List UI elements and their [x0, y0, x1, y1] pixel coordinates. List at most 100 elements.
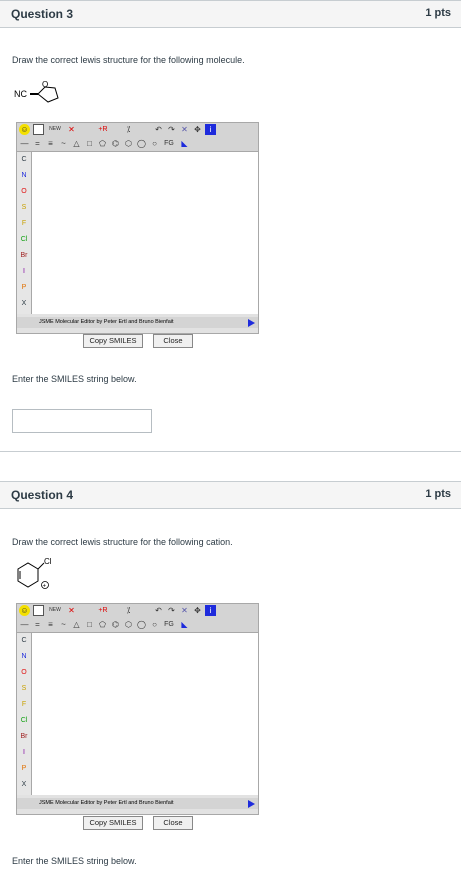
element-p[interactable]: P — [17, 282, 31, 293]
molecule-image: Cl + — [17, 557, 52, 590]
editor-toolbar-bottom: — = ≡ ~ △ □ ⬠ ⌬ ⬡ ◯ ○ FG ◣ — [17, 137, 258, 152]
cyclopentane-icon[interactable]: ⬠ — [97, 619, 108, 630]
copy-smiles-button[interactable]: Copy SMILES — [83, 334, 143, 348]
move-icon[interactable]: ✥ — [192, 605, 203, 616]
element-o[interactable]: O — [17, 186, 31, 197]
divider — [0, 451, 461, 452]
new-icon[interactable] — [33, 605, 44, 616]
chain-icon[interactable]: ~ — [58, 138, 69, 149]
element-br[interactable]: Br — [17, 250, 31, 261]
question-title: Question 4 — [11, 488, 74, 502]
single-bond-icon[interactable]: — — [19, 619, 30, 630]
clear-icon[interactable]: ✕ — [179, 605, 190, 616]
element-p[interactable]: P — [17, 763, 31, 774]
element-br[interactable]: Br — [17, 731, 31, 742]
double-bond-icon[interactable]: = — [32, 138, 43, 149]
triple-bond-icon[interactable]: ≡ — [45, 138, 56, 149]
play-icon[interactable] — [248, 319, 255, 327]
cyclohexane-icon[interactable]: ⬡ — [123, 138, 134, 149]
info-icon[interactable]: i — [205, 605, 216, 616]
question-title: Question 3 — [11, 7, 74, 21]
element-cl[interactable]: Cl — [17, 234, 31, 245]
delete-icon[interactable]: ✕ — [66, 124, 77, 135]
bond-cut-icon[interactable]: ⁒ — [123, 605, 134, 616]
undo-icon[interactable]: ↶ — [153, 124, 164, 135]
play-icon[interactable] — [248, 800, 255, 808]
element-i[interactable]: I — [17, 747, 31, 758]
element-f[interactable]: F — [17, 699, 31, 710]
copy-smiles-button[interactable]: Copy SMILES — [83, 816, 143, 830]
editor-toolbar-top: ☺ NEW ✕ +R ⁒ ↶ ↷ ✕ ✥ i — [17, 604, 258, 618]
drawing-canvas[interactable] — [32, 633, 258, 795]
template-icon[interactable]: ◣ — [179, 619, 190, 630]
cycloheptane-icon[interactable]: ◯ — [136, 138, 147, 149]
element-n[interactable]: N — [17, 651, 31, 662]
editor-toolbar-bottom: — = ≡ ~ △ □ ⬠ ⌬ ⬡ ◯ ○ FG ◣ — [17, 618, 258, 633]
clear-icon[interactable]: ✕ — [179, 124, 190, 135]
undo-icon[interactable]: ↶ — [153, 605, 164, 616]
new-button[interactable]: NEW — [46, 605, 64, 616]
cyclopropane-icon[interactable]: △ — [71, 619, 82, 630]
cyclobutane-icon[interactable]: □ — [84, 619, 95, 630]
r-group-button[interactable]: +R — [96, 124, 110, 135]
element-x[interactable]: X — [17, 298, 31, 309]
double-bond-icon[interactable]: = — [32, 619, 43, 630]
cyclopropane-icon[interactable]: △ — [71, 138, 82, 149]
question-prompt: Draw the correct lewis structure for the… — [12, 55, 245, 65]
close-button[interactable]: Close — [153, 334, 193, 348]
question-points: 1 pts — [425, 488, 451, 500]
cyclooctane-icon[interactable]: ○ — [149, 138, 160, 149]
redo-icon[interactable]: ↷ — [166, 124, 177, 135]
element-x[interactable]: X — [17, 779, 31, 790]
status-text: JSME Molecular Editor by Peter Ertl and … — [39, 800, 174, 806]
fg-button[interactable]: FG — [162, 619, 176, 630]
smiley-icon[interactable]: ☺ — [19, 124, 30, 135]
benzene-icon[interactable]: ⌬ — [110, 619, 121, 630]
element-o[interactable]: O — [17, 667, 31, 678]
element-f[interactable]: F — [17, 218, 31, 229]
triple-bond-icon[interactable]: ≡ — [45, 619, 56, 630]
element-c[interactable]: C — [17, 635, 31, 646]
cyclohexane-icon[interactable]: ⬡ — [123, 619, 134, 630]
cyclopentane-icon[interactable]: ⬠ — [97, 138, 108, 149]
delete-icon[interactable]: ✕ — [66, 605, 77, 616]
drawing-canvas[interactable] — [32, 152, 258, 314]
molecule-label: NC — [14, 89, 27, 99]
question-4-header: Question 4 1 pts — [0, 481, 461, 509]
element-palette: C N O S F Cl Br I P X — [17, 633, 32, 795]
cyclobutane-icon[interactable]: □ — [84, 138, 95, 149]
move-icon[interactable]: ✥ — [192, 124, 203, 135]
bond-cut-icon[interactable]: ⁒ — [123, 124, 134, 135]
r-group-button[interactable]: +R — [96, 605, 110, 616]
new-button[interactable]: NEW — [46, 124, 64, 135]
fg-button[interactable]: FG — [162, 138, 176, 149]
element-c[interactable]: C — [17, 154, 31, 165]
smiles-prompt: Enter the SMILES string below. — [12, 856, 137, 866]
close-button[interactable]: Close — [153, 816, 193, 830]
cycloheptane-icon[interactable]: ◯ — [136, 619, 147, 630]
cyclooctane-icon[interactable]: ○ — [149, 619, 160, 630]
status-text: JSME Molecular Editor by Peter Ertl and … — [39, 319, 174, 325]
editor-status: JSME Molecular Editor by Peter Ertl and … — [17, 317, 258, 328]
molecule-editor[interactable]: ☺ NEW ✕ +R ⁒ ↶ ↷ ✕ ✥ i — = ≡ ~ △ □ ⬠ ⌬ ⬡… — [16, 603, 259, 815]
benzene-icon[interactable]: ⌬ — [110, 138, 121, 149]
single-bond-icon[interactable]: — — [19, 138, 30, 149]
smiles-input[interactable] — [12, 409, 152, 433]
redo-icon[interactable]: ↷ — [166, 605, 177, 616]
element-i[interactable]: I — [17, 266, 31, 277]
editor-status: JSME Molecular Editor by Peter Ertl and … — [17, 798, 258, 809]
element-s[interactable]: S — [17, 683, 31, 694]
question-points: 1 pts — [425, 7, 451, 19]
molecule-editor[interactable]: ☺ NEW ✕ +R ⁒ ↶ ↷ ✕ ✥ i — = ≡ ~ △ □ ⬠ ⌬ ⬡… — [16, 122, 259, 334]
info-icon[interactable]: i — [205, 124, 216, 135]
molecule-atom: + — [43, 584, 47, 590]
template-icon[interactable]: ◣ — [179, 138, 190, 149]
smiles-prompt: Enter the SMILES string below. — [12, 374, 137, 384]
element-cl[interactable]: Cl — [17, 715, 31, 726]
smiley-icon[interactable]: ☺ — [19, 605, 30, 616]
chain-icon[interactable]: ~ — [58, 619, 69, 630]
element-n[interactable]: N — [17, 170, 31, 181]
element-s[interactable]: S — [17, 202, 31, 213]
new-icon[interactable] — [33, 124, 44, 135]
question-prompt: Draw the correct lewis structure for the… — [12, 537, 233, 547]
